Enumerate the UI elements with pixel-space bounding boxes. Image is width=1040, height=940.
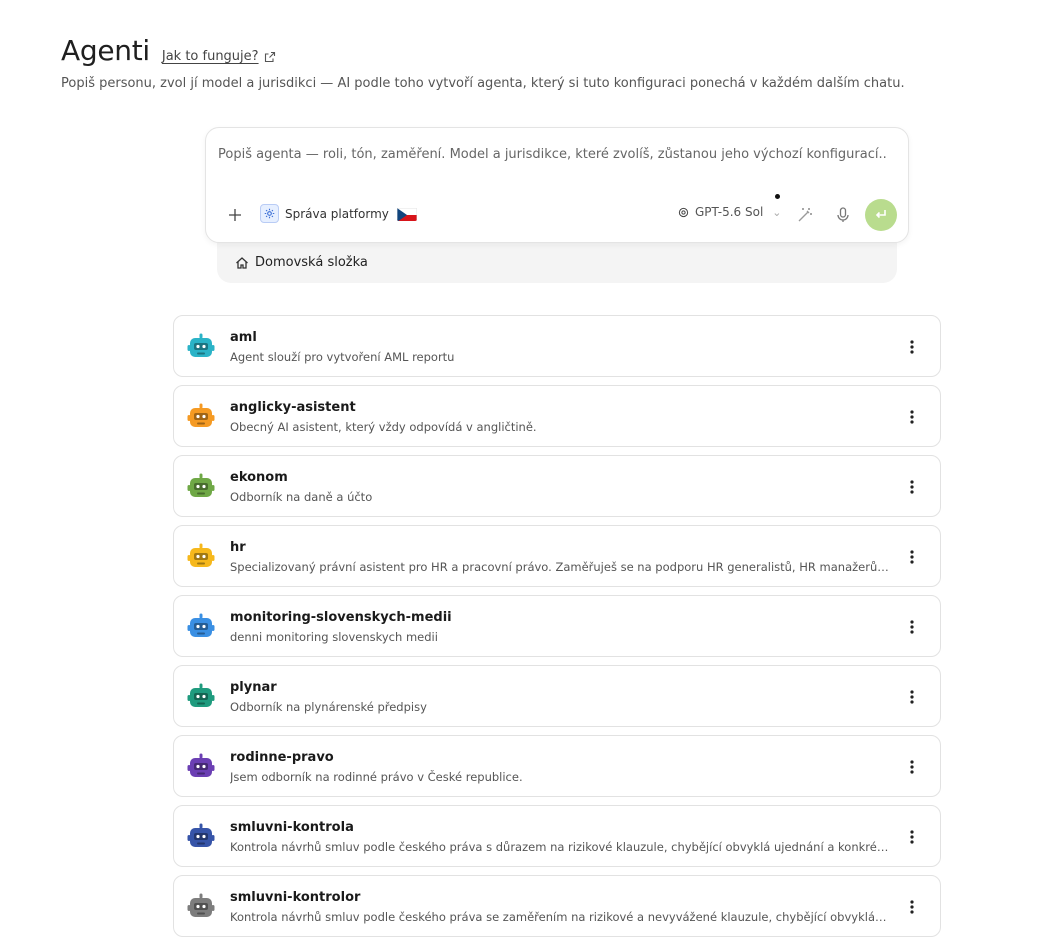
model-label: GPT-5.6 Sol bbox=[695, 205, 764, 219]
agent-description: Odborník na plynárenské předpisy bbox=[230, 700, 427, 714]
platform-label: Správa platformy bbox=[285, 206, 389, 221]
agent-row[interactable]: hr Specializovaný právní asistent pro HR… bbox=[173, 525, 941, 587]
robot-avatar-icon bbox=[187, 473, 215, 497]
agent-description: Jsem odborník na rodinné právo v České r… bbox=[230, 770, 523, 784]
agent-name: smluvni-kontrolor bbox=[230, 890, 361, 905]
agent-name: anglicky-asistent bbox=[230, 400, 356, 415]
agent-name: monitoring-slovenskych-medii bbox=[230, 610, 452, 625]
more-vertical-icon bbox=[910, 410, 914, 424]
external-link-icon bbox=[264, 51, 275, 62]
agent-row[interactable]: smluvni-kontrolor Kontrola návrhů smluv … bbox=[173, 875, 941, 937]
page-title: Agenti bbox=[61, 34, 150, 67]
send-button[interactable] bbox=[865, 199, 897, 231]
czech-flag-icon bbox=[397, 207, 417, 221]
more-vertical-icon bbox=[910, 480, 914, 494]
agent-name: aml bbox=[230, 330, 257, 345]
agent-menu-button[interactable] bbox=[902, 896, 922, 918]
agent-row[interactable]: plynar Odborník na plynárenské předpisy bbox=[173, 665, 941, 727]
robot-avatar-icon bbox=[187, 333, 215, 357]
robot-avatar-icon bbox=[187, 683, 215, 707]
platform-settings-icon bbox=[260, 204, 279, 223]
agents-page: Agenti Jak to funguje? Popiš personu, zv… bbox=[0, 0, 1040, 940]
agent-menu-button[interactable] bbox=[902, 546, 922, 568]
robot-avatar-icon bbox=[187, 403, 215, 427]
home-folder-bar: Domovská složka bbox=[217, 236, 897, 283]
agent-description: Odborník na daně a účto bbox=[230, 490, 373, 504]
agent-menu-button[interactable] bbox=[902, 616, 922, 638]
agent-row[interactable]: aml Agent slouží pro vytvoření AML repor… bbox=[173, 315, 941, 377]
agent-description: Agent slouží pro vytvoření AML reportu bbox=[230, 350, 455, 364]
robot-avatar-icon bbox=[187, 893, 215, 917]
robot-avatar-icon bbox=[187, 543, 215, 567]
agent-row[interactable]: anglicky-asistent Obecný AI asistent, kt… bbox=[173, 385, 941, 447]
agent-menu-button[interactable] bbox=[902, 826, 922, 848]
agent-name: plynar bbox=[230, 680, 277, 695]
home-folder-label: Domovská složka bbox=[255, 255, 368, 270]
more-vertical-icon bbox=[910, 620, 914, 634]
agent-list: aml Agent slouží pro vytvoření AML repor… bbox=[173, 315, 941, 940]
agent-description: Specializovaný právní asistent pro HR a … bbox=[230, 560, 890, 574]
microphone-icon bbox=[837, 207, 849, 222]
more-vertical-icon bbox=[910, 900, 914, 914]
agent-row[interactable]: rodinne-pravo Jsem odborník na rodinné p… bbox=[173, 735, 941, 797]
more-vertical-icon bbox=[910, 340, 914, 354]
page-subtitle: Popiš personu, zvol jí model a jurisdikc… bbox=[61, 76, 905, 91]
agent-description: Obecný AI asistent, který vždy odpovídá … bbox=[230, 420, 537, 434]
robot-avatar-icon bbox=[187, 823, 215, 847]
agent-menu-button[interactable] bbox=[902, 476, 922, 498]
plus-icon bbox=[229, 209, 241, 221]
more-vertical-icon bbox=[910, 550, 914, 564]
robot-avatar-icon bbox=[187, 613, 215, 637]
microphone-button[interactable] bbox=[830, 202, 856, 228]
page-header: Agenti Jak to funguje? Popiš personu, zv… bbox=[61, 34, 905, 91]
openai-icon bbox=[678, 207, 689, 217]
agent-name: hr bbox=[230, 540, 246, 555]
agent-name: rodinne-pravo bbox=[230, 750, 334, 765]
chevron-down-icon: ⌄ bbox=[772, 205, 782, 219]
how-it-works-link[interactable]: Jak to funguje? bbox=[162, 49, 276, 64]
agent-menu-button[interactable] bbox=[902, 756, 922, 778]
agent-menu-button[interactable] bbox=[902, 336, 922, 358]
agent-name: ekonom bbox=[230, 470, 288, 485]
agent-row[interactable]: ekonom Odborník na daně a účto bbox=[173, 455, 941, 517]
jurisdiction-selector[interactable] bbox=[397, 207, 417, 221]
agent-composer: Správa platformy GPT-5.6 Sol ⌄ bbox=[205, 127, 909, 243]
notification-dot bbox=[775, 194, 780, 199]
agent-row[interactable]: monitoring-slovenskych-medii denni monit… bbox=[173, 595, 941, 657]
agent-description-input[interactable] bbox=[218, 142, 888, 166]
more-vertical-icon bbox=[910, 830, 914, 844]
add-attachment-button[interactable] bbox=[224, 204, 246, 226]
home-icon bbox=[236, 256, 248, 269]
home-folder-link[interactable]: Domovská složka bbox=[235, 255, 368, 270]
agent-description: Kontrola návrhů smluv podle českého práv… bbox=[230, 840, 890, 854]
agent-description: denni monitoring slovenskych medii bbox=[230, 630, 438, 644]
more-vertical-icon bbox=[910, 690, 914, 704]
agent-description: Kontrola návrhů smluv podle českého práv… bbox=[230, 910, 890, 924]
agent-name: smluvni-kontrola bbox=[230, 820, 354, 835]
more-vertical-icon bbox=[910, 760, 914, 774]
model-selector[interactable]: GPT-5.6 Sol ⌄ bbox=[678, 205, 782, 219]
platform-selector[interactable]: Správa platformy bbox=[260, 204, 389, 223]
robot-avatar-icon bbox=[187, 753, 215, 777]
agent-menu-button[interactable] bbox=[902, 686, 922, 708]
agent-menu-button[interactable] bbox=[902, 406, 922, 428]
agent-row[interactable]: smluvni-kontrola Kontrola návrhů smluv p… bbox=[173, 805, 941, 867]
magic-wand-button[interactable] bbox=[792, 202, 818, 228]
enter-arrow-icon bbox=[875, 210, 886, 219]
how-it-works-label: Jak to funguje? bbox=[161, 49, 259, 64]
composer-toolbar: Správa platformy GPT-5.6 Sol ⌄ bbox=[206, 194, 908, 231]
magic-wand-icon bbox=[798, 208, 812, 222]
